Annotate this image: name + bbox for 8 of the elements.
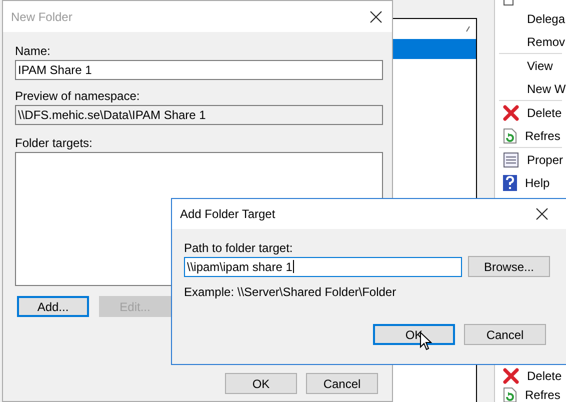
field-label: Folder targets:: [15, 135, 94, 152]
field-label: Path to folder target:: [184, 240, 294, 256]
window-title: Add Folder Target: [180, 206, 276, 223]
preview-field: \\DFS.mehic.se\Data\IPAM Share 1: [15, 105, 383, 125]
field-label: Preview of namespace:: [15, 88, 141, 105]
example-text: Example: \\Server\Shared Folder\Folder: [184, 284, 398, 301]
field-label: Name:: [15, 43, 52, 60]
window-title: New Folder: [11, 8, 72, 26]
